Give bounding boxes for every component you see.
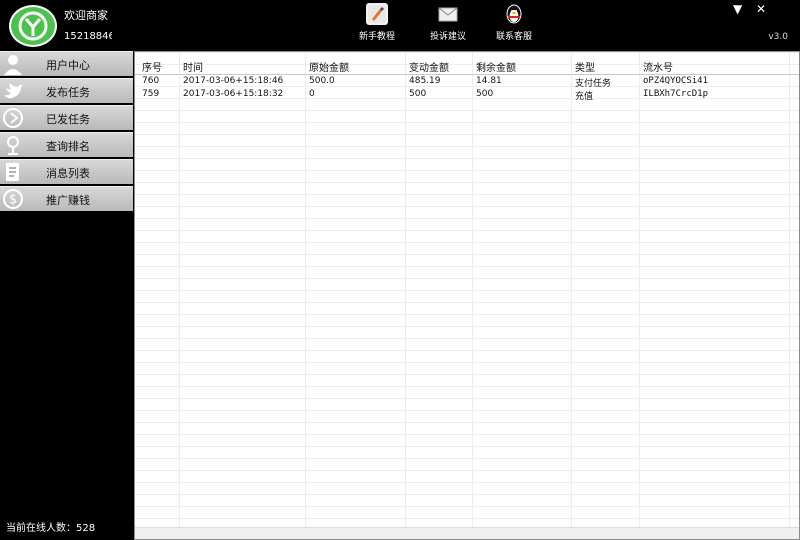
transaction-table: 序号 时间 原始金额 变动金额 剩余金额 类型 流水号 760 2017-03-… xyxy=(134,51,800,540)
cell-original-amount: 500.0 xyxy=(309,76,335,86)
document-icon xyxy=(2,161,24,183)
sidebar-item-label: 用户中心 xyxy=(46,59,90,72)
minimize-button[interactable]: ▼ xyxy=(733,2,742,16)
envelope-icon xyxy=(437,3,459,25)
cell-change-amount: 500 xyxy=(409,89,427,99)
sidebar-item-label: 推广赚钱 xyxy=(46,194,90,207)
sidebar-item-message-list[interactable]: 消息列表 xyxy=(0,159,133,184)
column-header-change-amount[interactable]: 变动金额 xyxy=(409,59,449,74)
online-count: 当前在线人数：528 xyxy=(6,523,96,534)
cell-index: 759 xyxy=(142,89,160,99)
dollar-icon: $ xyxy=(2,188,24,210)
user-icon xyxy=(2,53,24,75)
user-id: 15218846060 xyxy=(64,31,112,42)
sidebar: 用户中心 发布任务 已发任务 查询排名 消息列表 $ 推广赚钱 当前在线人数：5… xyxy=(0,51,133,540)
sidebar-item-label: 消息列表 xyxy=(46,167,90,180)
column-divider xyxy=(571,52,572,528)
svg-text:$: $ xyxy=(9,193,17,208)
feedback-label: 投诉建议 xyxy=(430,32,467,42)
qq-penguin-icon xyxy=(503,3,525,25)
top-bar: 欢迎商家 15218846060 新手教程 投诉建议 联系客服 ▼ ✕ v3.0 xyxy=(0,0,800,51)
sidebar-item-label: 发布任务 xyxy=(46,86,90,99)
welcome-text: 欢迎商家 xyxy=(64,9,108,22)
cell-time: 2017-03-06+15:18:32 xyxy=(183,89,284,99)
cell-remaining-amount: 500 xyxy=(476,89,494,99)
column-header-time[interactable]: 时间 xyxy=(183,59,203,74)
sidebar-item-query-ranking[interactable]: 查询排名 xyxy=(0,132,133,157)
column-divider xyxy=(405,52,406,528)
cell-remaining-amount: 14.81 xyxy=(476,76,502,86)
cell-index: 760 xyxy=(142,76,160,86)
column-divider xyxy=(305,52,306,528)
play-icon xyxy=(2,107,24,129)
column-divider xyxy=(472,52,473,528)
bird-icon xyxy=(2,80,24,102)
cell-original-amount: 0 xyxy=(309,89,315,99)
column-divider xyxy=(639,52,640,528)
cell-serial-number: oPZ4QYOCSi41 xyxy=(643,76,709,86)
contact-support-label: 联系客服 xyxy=(496,32,533,42)
contact-support-button[interactable]: 联系客服 xyxy=(496,3,532,42)
column-header-original-amount[interactable]: 原始金额 xyxy=(309,59,349,74)
version-label: v3.0 xyxy=(768,32,788,42)
table-header: 序号 时间 原始金额 变动金额 剩余金额 类型 流水号 xyxy=(135,58,799,75)
sidebar-item-publish-task[interactable]: 发布任务 xyxy=(0,78,133,103)
table-row[interactable]: 759 2017-03-06+15:18:32 0 500 500 充值 ILB… xyxy=(135,89,799,102)
tutorial-button[interactable]: 新手教程 xyxy=(359,3,395,42)
horizontal-scrollbar[interactable] xyxy=(135,527,799,539)
tutorial-label: 新手教程 xyxy=(359,32,396,42)
close-button[interactable]: ✕ xyxy=(756,2,766,16)
sidebar-item-user-center[interactable]: 用户中心 xyxy=(0,51,133,76)
cell-change-amount: 485.19 xyxy=(409,76,441,86)
app-logo-icon xyxy=(9,5,57,47)
sidebar-item-label: 查询排名 xyxy=(46,140,90,153)
feedback-button[interactable]: 投诉建议 xyxy=(430,3,466,42)
cell-time: 2017-03-06+15:18:46 xyxy=(183,76,284,86)
column-divider xyxy=(179,52,180,528)
sidebar-item-label: 已发任务 xyxy=(46,113,90,126)
column-divider xyxy=(789,52,790,528)
table-grid xyxy=(135,52,799,530)
sidebar-item-promote-earn[interactable]: $ 推广赚钱 xyxy=(0,186,133,211)
sidebar-item-published-tasks[interactable]: 已发任务 xyxy=(0,105,133,130)
column-header-remaining-amount[interactable]: 剩余金额 xyxy=(476,59,516,74)
column-header-serial-number[interactable]: 流水号 xyxy=(643,59,673,74)
cell-type: 充值 xyxy=(575,92,594,102)
cell-serial-number: ILBXh7CrcD1p xyxy=(643,89,709,99)
table-row[interactable]: 760 2017-03-06+15:18:46 500.0 485.19 14.… xyxy=(135,76,799,89)
column-header-type[interactable]: 类型 xyxy=(575,59,595,74)
column-header-index[interactable]: 序号 xyxy=(142,59,162,74)
location-icon xyxy=(2,134,24,156)
cell-type: 支付任务 xyxy=(575,79,612,89)
pencil-icon xyxy=(366,3,388,25)
